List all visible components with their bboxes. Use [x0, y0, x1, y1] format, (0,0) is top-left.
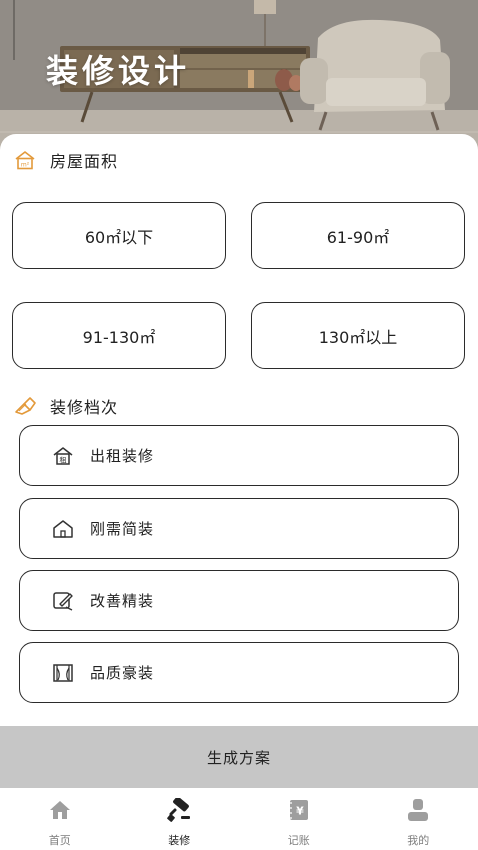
- tab-ledger[interactable]: ¥ 记账: [239, 788, 359, 850]
- app-screen: 装修设计 m² 房屋面积 60㎡以下 61-90㎡ 91-130㎡ 130㎡以上…: [0, 0, 478, 850]
- level-option-rent[interactable]: 租 出租装修: [19, 425, 459, 486]
- area-icon-text: m²: [21, 162, 30, 169]
- area-option-label: 60㎡以下: [84, 227, 154, 247]
- area-option-label: 91-130㎡: [82, 327, 156, 347]
- paint-brush-icon: [12, 396, 38, 416]
- tab-renovation-label: 装修: [168, 834, 191, 847]
- ledger-icon-text: ¥: [296, 805, 304, 818]
- rent-icon-text: 租: [60, 456, 67, 464]
- level-option-improved[interactable]: 改善精装: [19, 570, 459, 631]
- bottom-tab-bar: 首页 装修 ¥ 记账 我的: [0, 788, 478, 850]
- tab-home-label: 首页: [48, 834, 71, 847]
- level-option-label: 出租装修: [90, 447, 155, 465]
- area-option-2[interactable]: 61-90㎡: [251, 202, 465, 269]
- tab-mine-label: 我的: [407, 834, 430, 847]
- level-option-label: 改善精装: [90, 592, 155, 610]
- level-section-label: 装修档次: [50, 398, 119, 417]
- rent-house-icon: 租: [52, 445, 74, 467]
- area-option-label: 130㎡以上: [318, 327, 398, 347]
- level-section-header: 装修档次: [12, 394, 118, 418]
- tab-home[interactable]: 首页: [0, 788, 120, 850]
- area-section-header: m² 房屋面积: [12, 148, 118, 172]
- tab-renovation[interactable]: 装修: [120, 788, 240, 850]
- level-option-label: 刚需简装: [90, 520, 155, 538]
- page-title: 装修设计: [46, 52, 191, 90]
- level-option-label: 品质豪装: [90, 664, 155, 682]
- pencil-edit-icon: [52, 590, 74, 612]
- area-option-label: 61-90㎡: [326, 227, 390, 247]
- home-icon: [48, 798, 72, 822]
- house-area-icon: m²: [12, 150, 38, 170]
- tab-ledger-label: 记账: [287, 834, 310, 847]
- area-option-4[interactable]: 130㎡以上: [251, 302, 465, 369]
- form-sheet: m² 房屋面积 60㎡以下 61-90㎡ 91-130㎡ 130㎡以上 装修档次…: [0, 134, 478, 726]
- area-option-1[interactable]: 60㎡以下: [12, 202, 226, 269]
- generate-plan-button[interactable]: 生成方案: [0, 726, 478, 788]
- generate-plan-label: 生成方案: [206, 748, 271, 767]
- window-frame-icon: [52, 662, 74, 684]
- paint-roller-icon: [167, 798, 191, 822]
- level-option-luxury[interactable]: 品质豪装: [19, 642, 459, 703]
- ledger-yen-icon: ¥: [287, 798, 311, 822]
- user-icon: [406, 798, 430, 822]
- level-option-basic[interactable]: 刚需简装: [19, 498, 459, 559]
- tab-mine[interactable]: 我的: [359, 788, 478, 850]
- area-section-label: 房屋面积: [50, 152, 119, 171]
- house-outline-icon: [52, 518, 74, 540]
- area-option-3[interactable]: 91-130㎡: [12, 302, 226, 369]
